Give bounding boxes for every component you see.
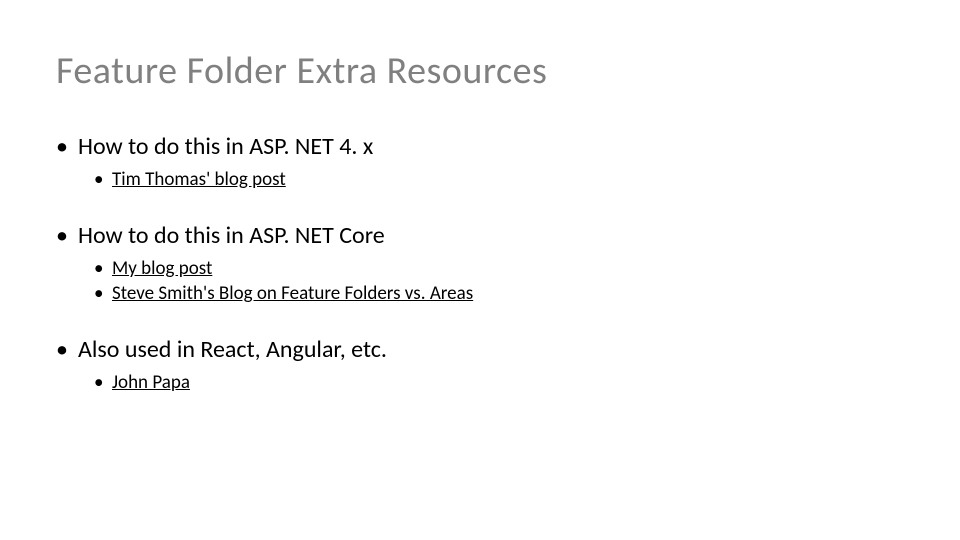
section-heading: How to do this in ASP. NET 4. x: [56, 132, 904, 161]
section-heading: Also used in React, Angular, etc.: [56, 335, 904, 364]
section-links: Tim Thomas' blog post: [56, 167, 904, 193]
list-item: Tim Thomas' blog post: [112, 167, 904, 193]
section-links: John Papa: [56, 370, 904, 396]
section-react-angular: Also used in React, Angular, etc. John P…: [56, 335, 904, 396]
list-item: John Papa: [112, 370, 904, 396]
list-item: My blog post: [112, 256, 904, 282]
section-aspnet-core: How to do this in ASP. NET Core My blog …: [56, 221, 904, 307]
section-aspnet-4x: How to do this in ASP. NET 4. x Tim Thom…: [56, 132, 904, 193]
section-heading: How to do this in ASP. NET Core: [56, 221, 904, 250]
link-my-blog[interactable]: My blog post: [112, 257, 212, 280]
slide-title: Feature Folder Extra Resources: [56, 48, 904, 94]
link-john-papa[interactable]: John Papa: [112, 371, 190, 394]
list-item: Steve Smith's Blog on Feature Folders vs…: [112, 281, 904, 307]
link-steve-smith[interactable]: Steve Smith's Blog on Feature Folders vs…: [112, 282, 473, 305]
link-tim-thomas[interactable]: Tim Thomas' blog post: [112, 168, 286, 191]
section-links: My blog post Steve Smith's Blog on Featu…: [56, 256, 904, 307]
